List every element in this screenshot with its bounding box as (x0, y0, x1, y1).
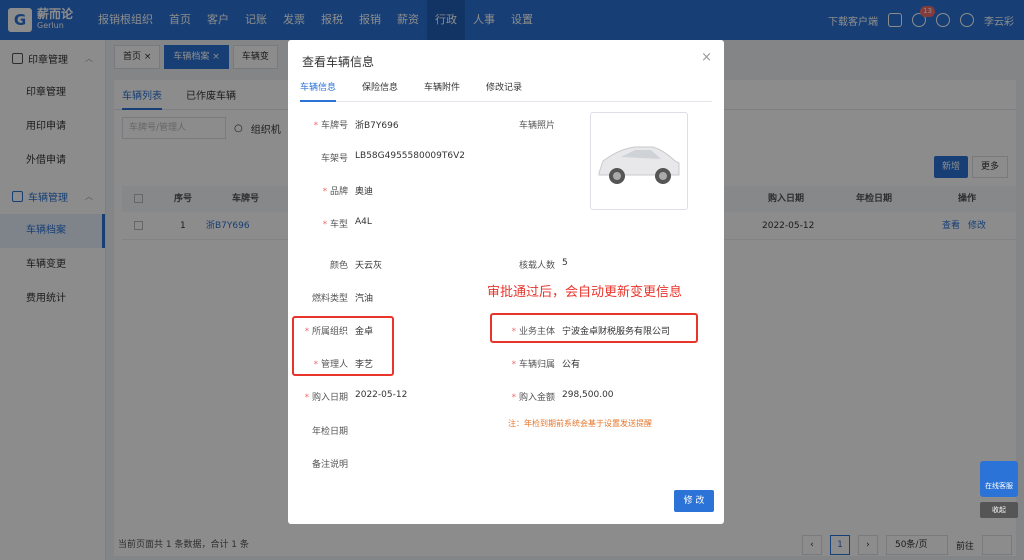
tab-vehicle-info[interactable]: 车辆信息 (300, 82, 337, 102)
modal-tabs: 车辆信息 保险信息 车辆附件 修改记录 (300, 82, 712, 102)
field-value-model: A4L (355, 217, 372, 227)
collapse-button[interactable]: 收起 (980, 502, 1018, 518)
field-label-inspect-date: 年检日期 (311, 427, 348, 437)
field-label-buy-date: * 购入日期 (304, 393, 348, 403)
highlight-box-entity (490, 313, 698, 343)
tab-change-log[interactable]: 修改记录 (486, 82, 522, 102)
online-service-widget[interactable]: 在线客服 (980, 461, 1018, 497)
field-label-photo: 车辆照片 (518, 121, 555, 131)
field-value-plate: 浙B7Y696 (355, 121, 399, 131)
field-value-color: 天云灰 (355, 261, 383, 271)
edit-button[interactable]: 修 改 (674, 490, 714, 512)
field-value-fuel: 汽油 (355, 294, 374, 304)
field-label-ownership: * 车辆归属 (511, 360, 555, 370)
field-label-model: * 车型 (322, 220, 348, 230)
field-label-fuel: 燃料类型 (311, 294, 348, 304)
tab-insurance-info[interactable]: 保险信息 (362, 82, 398, 102)
field-label-seats: 核载人数 (518, 261, 555, 271)
vehicle-photo[interactable] (590, 112, 688, 210)
field-label-color: 颜色 (329, 261, 348, 271)
field-value-amount: 298,500.00 (562, 390, 614, 400)
field-value-frame: LB58G4955580009T6V2 (355, 151, 465, 161)
modal-title: 查看车辆信息 (302, 55, 375, 69)
field-label-amount: * 购入金额 (511, 393, 555, 403)
field-label-remark: 备注说明 (311, 460, 348, 470)
field-value-ownership: 公有 (562, 360, 581, 370)
close-icon[interactable]: × (701, 50, 712, 65)
view-vehicle-modal: 查看车辆信息 × 车辆信息 保险信息 车辆附件 修改记录 * 车牌号 浙B7Y6… (288, 40, 724, 524)
car-image (598, 146, 680, 184)
field-value-seats: 5 (562, 258, 568, 268)
annotation-text: 审批通过后，会自动更新变更信息 (487, 285, 683, 300)
field-label-brand: * 品牌 (322, 187, 348, 197)
inspection-note: 注：年检到期前系统会基于设置发送提醒 (508, 419, 652, 428)
field-value-brand: 奥迪 (355, 187, 374, 197)
tab-vehicle-attachments[interactable]: 车辆附件 (424, 82, 460, 102)
field-value-buy-date: 2022-05-12 (355, 390, 408, 400)
field-label-plate: * 车牌号 (313, 121, 348, 131)
field-label-frame: 车架号 (320, 154, 348, 164)
highlight-box-org-manager (292, 316, 394, 376)
